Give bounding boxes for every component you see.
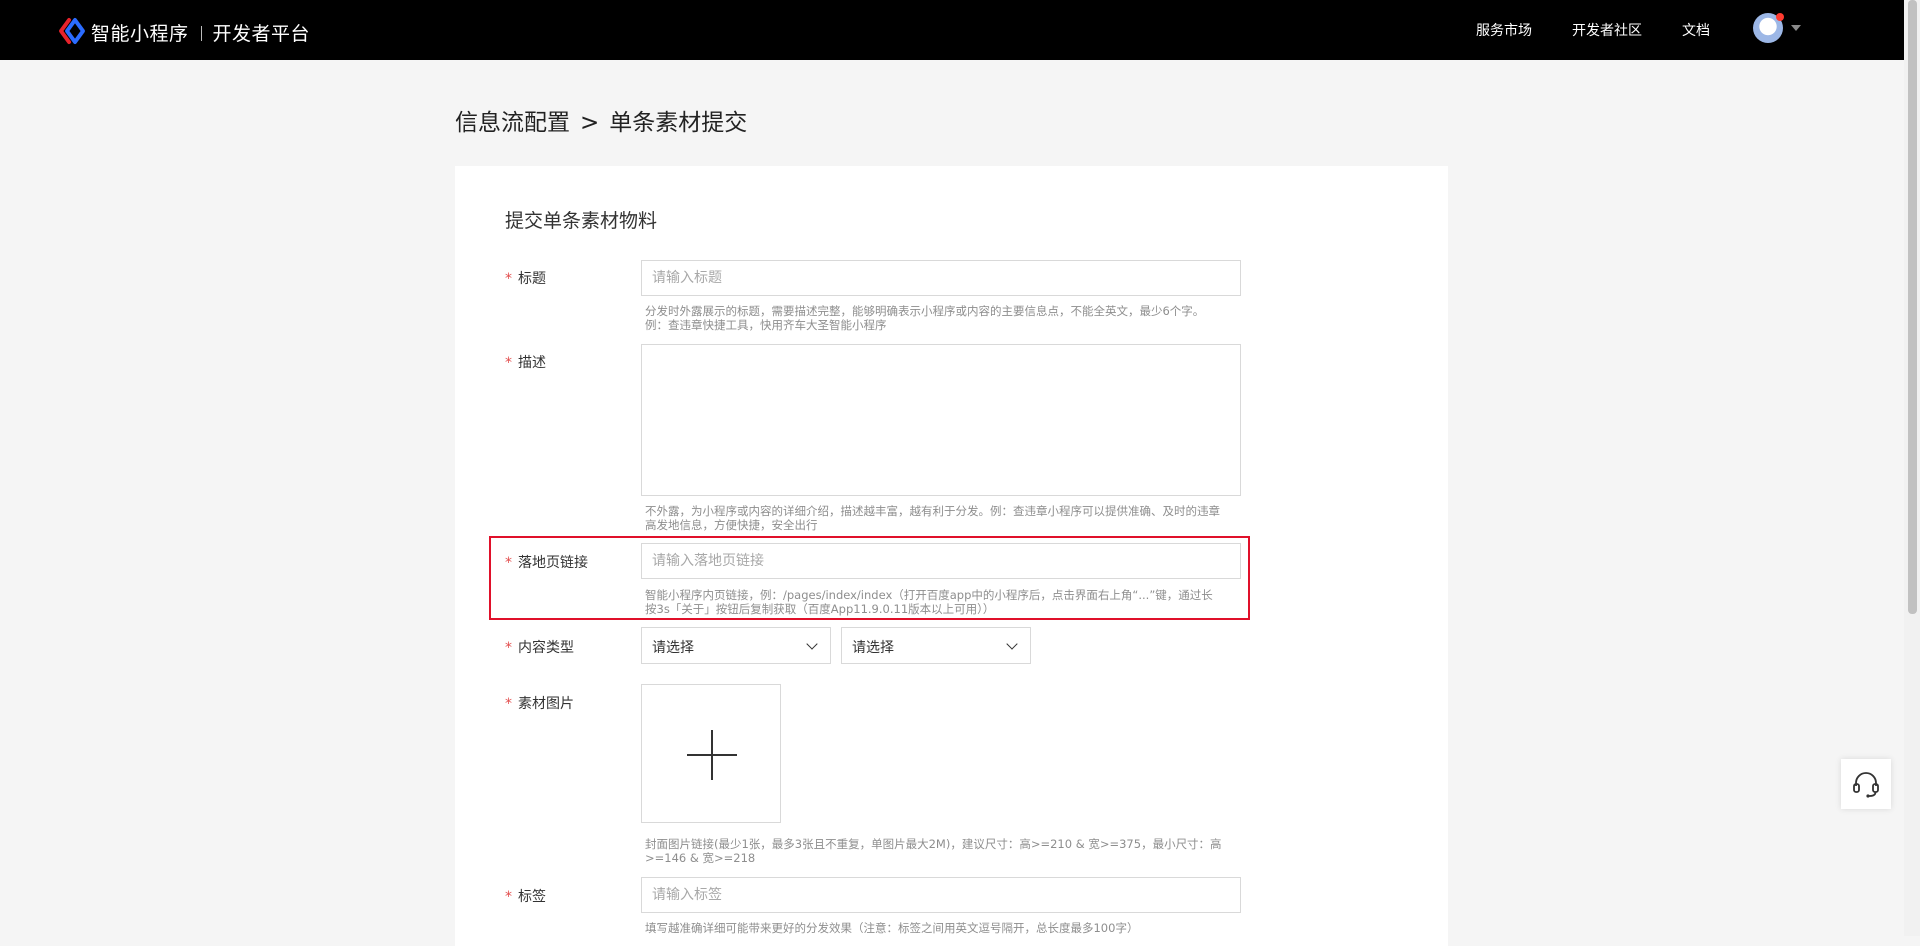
headset-icon [1853,772,1879,798]
content-type-select-1-value: 请选择 [652,640,694,656]
plus-icon-vertical [711,730,713,780]
description-textarea[interactable] [641,344,1241,496]
top-bar: 智能小程序 开发者平台 服务市场 开发者社区 文档 [0,0,1904,60]
nav-docs[interactable]: 文档 [1682,20,1710,40]
landing-link-label-text: 落地页链接 [518,555,588,571]
title-hint: 分发时外露展示的标题，需要描述完整，能够明确表示小程序或内容的主要信息点，不能全… [645,304,1245,332]
landing-link-input[interactable] [641,543,1241,579]
nav-developer-community[interactable]: 开发者社区 [1572,20,1642,40]
breadcrumb: 信息流配置 > 单条素材提交 [455,103,747,137]
landing-link-hint-line-2: 按3s「关于」按钮后复制获取（百度App11.9.0.11版本以上可用）） [645,602,995,616]
brand-name: 智能小程序 [91,23,189,45]
description-label-text: 描述 [518,355,546,371]
chevron-down-icon [806,638,818,650]
required-mark: * [505,889,512,905]
caret-down-icon[interactable] [1791,25,1801,31]
title-hint-line-2: 例：查违章快捷工具，快用齐车大圣智能小程序 [645,318,887,332]
title-label-text: 标题 [518,271,546,287]
tags-hint-line-1: 填写越准确详细可能带来更好的分发效果（注意：标签之间用英文逗号隔开，总长度最多1… [645,921,1139,935]
title-input[interactable] [641,260,1241,296]
image-hint: 封面图片链接(最少1张，最多3张且不重复，单图片最大2M)，建议尺寸：高>=21… [645,837,1245,865]
logo-icon[interactable] [58,17,86,45]
brand-divider [200,26,202,41]
content-type-label-text: 内容类型 [518,640,574,656]
form-title: 提交单条素材物料 [505,210,658,232]
required-mark: * [505,640,512,656]
tags-hint: 填写越准确详细可能带来更好的分发效果（注意：标签之间用英文逗号隔开，总长度最多1… [645,921,1245,935]
breadcrumb-parent[interactable]: 信息流配置 [455,110,570,136]
brand[interactable]: 智能小程序 开发者平台 [91,19,310,46]
landing-link-label: * 落地页链接 [505,552,588,572]
description-hint-line-1: 不外露，为小程序或内容的详细介绍，描述越丰富，越有利于分发。例：查违章小程序可以… [645,504,1220,518]
landing-link-hint: 智能小程序内页链接，例：/pages/index/index（打开百度app中的… [645,588,1245,616]
tags-label: * 标签 [505,886,546,906]
required-mark: * [505,555,512,571]
title-label: * 标题 [505,268,546,288]
chevron-down-icon [1006,638,1018,650]
notification-dot [1776,13,1784,21]
breadcrumb-separator: > [580,110,600,136]
scrollbar-thumb[interactable] [1908,0,1917,614]
image-hint-line-2: >=146 & 宽>=218 [645,851,756,865]
breadcrumb-current: 单条素材提交 [609,110,748,136]
nav-service-market[interactable]: 服务市场 [1476,20,1532,40]
content-type-select-2[interactable]: 请选择 [841,627,1031,664]
tags-input[interactable] [641,877,1241,913]
content-type-label: * 内容类型 [505,637,574,657]
title-hint-line-1: 分发时外露展示的标题，需要描述完整，能够明确表示小程序或内容的主要信息点，不能全… [645,304,1205,318]
image-upload-button[interactable] [641,684,781,823]
tags-label-text: 标签 [518,889,546,905]
landing-link-hint-line-1: 智能小程序内页链接，例：/pages/index/index（打开百度app中的… [645,588,1213,602]
platform-name: 开发者平台 [212,23,311,45]
image-hint-line-1: 封面图片链接(最少1张，最多3张且不重复，单图片最大2M)，建议尺寸：高>=21… [645,837,1222,851]
image-label: * 素材图片 [505,693,574,713]
image-label-text: 素材图片 [518,696,574,712]
description-label: * 描述 [505,352,546,372]
required-mark: * [505,355,512,371]
content-type-select-2-value: 请选择 [852,640,894,656]
customer-service-button[interactable] [1841,759,1891,809]
required-mark: * [505,271,512,287]
description-hint: 不外露，为小程序或内容的详细介绍，描述越丰富，越有利于分发。例：查违章小程序可以… [645,504,1245,532]
content-type-select-1[interactable]: 请选择 [641,627,831,664]
required-mark: * [505,696,512,712]
description-hint-line-2: 高发地信息，方便快捷，安全出行 [645,518,818,532]
